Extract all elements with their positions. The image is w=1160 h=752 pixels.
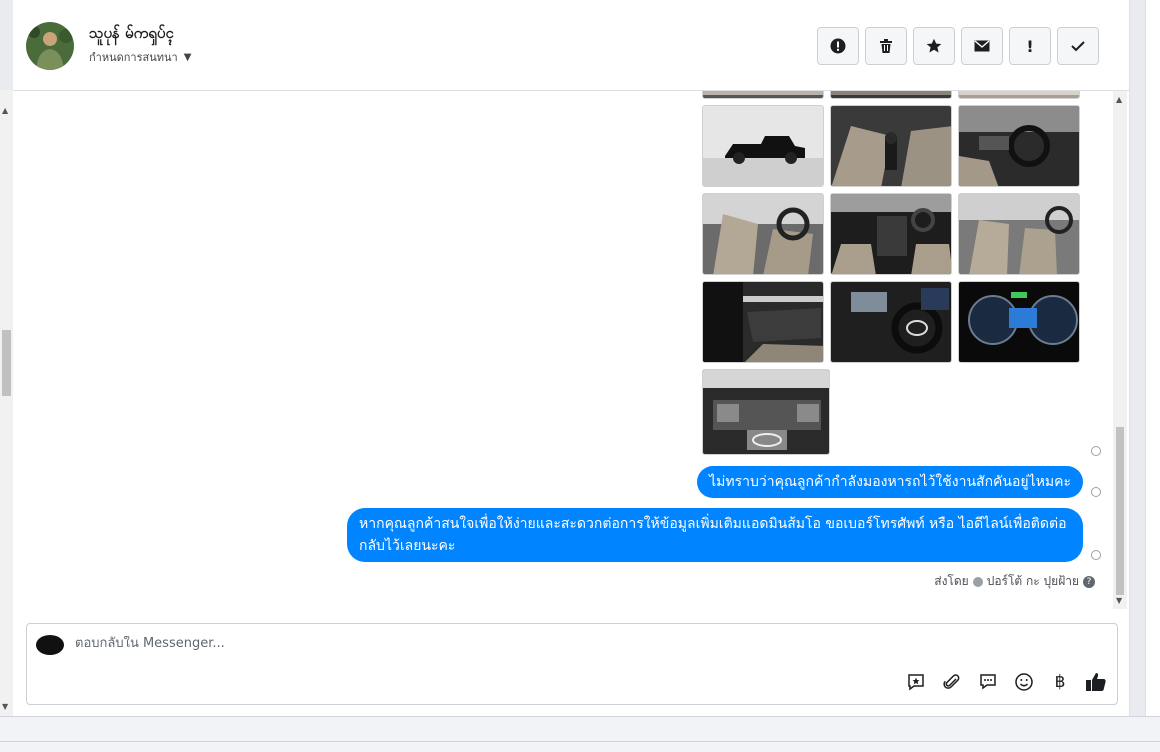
seen-check-icon [1091, 550, 1101, 560]
scroll-down-arrow-icon[interactable]: ▼ [2, 702, 8, 711]
scroll-down-arrow-icon[interactable]: ▼ [1116, 596, 1122, 605]
smiley-icon [1015, 673, 1033, 691]
scrollbar-thumb[interactable] [2, 330, 11, 396]
assign-conversation-dropdown[interactable]: กำหนดการสนทนา ▼ [89, 48, 191, 66]
delete-button[interactable] [865, 27, 907, 65]
scrollbar-thumb[interactable] [1116, 427, 1124, 595]
paperclip-icon [943, 674, 960, 689]
star-button[interactable] [913, 27, 955, 65]
saved-reply-button[interactable] [905, 671, 927, 693]
scroll-up-arrow-icon[interactable]: ▲ [1116, 95, 1122, 104]
sent-by-label: ส่งโดย [934, 574, 969, 588]
action-toolbar: ! [817, 27, 1099, 65]
conversation-panel: သူပုန် မ်ကၡပ်ၚ กำหนดการสนทนา ▼ ! ไม่ทราบ… [13, 0, 1130, 716]
baht-icon: ฿ [1054, 672, 1066, 692]
car-photo-thumbnail[interactable] [702, 281, 824, 363]
car-photo-thumbnail[interactable] [958, 281, 1080, 363]
message-bubble[interactable]: ไม่ทราบว่าคุณลูกค้ากำลังมองหารถไว้ใช้งาน… [697, 466, 1083, 498]
reply-composer: ฿ [26, 623, 1118, 705]
saved-reply-icon [908, 674, 924, 691]
alert-circle-icon [830, 38, 846, 54]
thread-scrollbar[interactable]: ▲ ▼ [1113, 91, 1127, 609]
sent-by-agent[interactable]: ปอร์โต้ กะ ปุยฝ้าย [987, 572, 1079, 591]
mark-unread-button[interactable] [961, 27, 1003, 65]
trash-icon [880, 39, 892, 53]
car-photo-thumbnail[interactable] [702, 369, 830, 455]
reply-input[interactable] [75, 636, 775, 651]
check-icon [1071, 41, 1085, 52]
car-photo-thumbnail[interactable] [958, 105, 1080, 187]
seen-check-icon [1091, 446, 1101, 456]
spam-button[interactable] [817, 27, 859, 65]
done-button[interactable] [1057, 27, 1099, 65]
payment-button[interactable]: ฿ [1049, 671, 1071, 693]
chat-bubble-icon [980, 674, 996, 690]
car-photo-thumbnail[interactable] [830, 91, 952, 99]
message-template-button[interactable] [977, 671, 999, 693]
car-photo-thumbnail[interactable] [958, 91, 1080, 99]
exclamation-icon: ! [1026, 36, 1034, 56]
car-photo-thumbnail[interactable] [702, 105, 824, 187]
car-photo-thumbnail[interactable] [830, 193, 952, 275]
like-button[interactable] [1085, 671, 1107, 693]
star-icon [926, 38, 942, 53]
follow-up-button[interactable]: ! [1009, 27, 1051, 65]
attach-button[interactable] [941, 671, 963, 693]
scroll-up-arrow-icon[interactable]: ▲ [2, 106, 8, 115]
avatar[interactable] [26, 22, 74, 70]
left-scrollbar[interactable]: ▲ ▼ [0, 90, 13, 716]
car-photo-thumbnail[interactable] [830, 281, 952, 363]
thumbs-up-icon [1086, 673, 1106, 691]
bottom-bar [0, 716, 1160, 752]
composer-toolbar: ฿ [905, 671, 1107, 693]
car-photo-thumbnail[interactable] [702, 91, 824, 99]
message-thread[interactable]: ไม่ทราบว่าคุณลูกค้ากำลังมองหารถไว้ใช้งาน… [13, 91, 1113, 611]
verified-check-icon [972, 576, 983, 587]
car-photo-thumbnail[interactable] [958, 193, 1080, 275]
car-photo-thumbnail[interactable] [702, 193, 824, 275]
emoji-button[interactable] [1013, 671, 1035, 693]
page-avatar [36, 635, 64, 655]
conversation-header: သူပုန် မ်ကၡပ်ၚ กำหนดการสนทนา ▼ ! [13, 0, 1130, 91]
contact-name[interactable]: သူပုန် မ်ကၡပ်ၚ [89, 24, 174, 46]
seen-check-icon [1091, 487, 1101, 497]
sent-by-line: ส่งโดย ปอร์โต้ กะ ปุยฝ้าย ? [934, 572, 1095, 591]
assign-label: กำหนดการสนทนา [89, 51, 178, 64]
side-panel-edge [1145, 0, 1160, 716]
caret-down-icon: ▼ [183, 51, 192, 63]
help-icon[interactable]: ? [1083, 575, 1095, 588]
message-bubble[interactable]: หากคุณลูกค้าสนใจเพื่อให้ง่ายและสะดวกต่อก… [347, 508, 1083, 562]
car-photo-thumbnail[interactable] [830, 105, 952, 187]
envelope-icon [974, 40, 990, 52]
